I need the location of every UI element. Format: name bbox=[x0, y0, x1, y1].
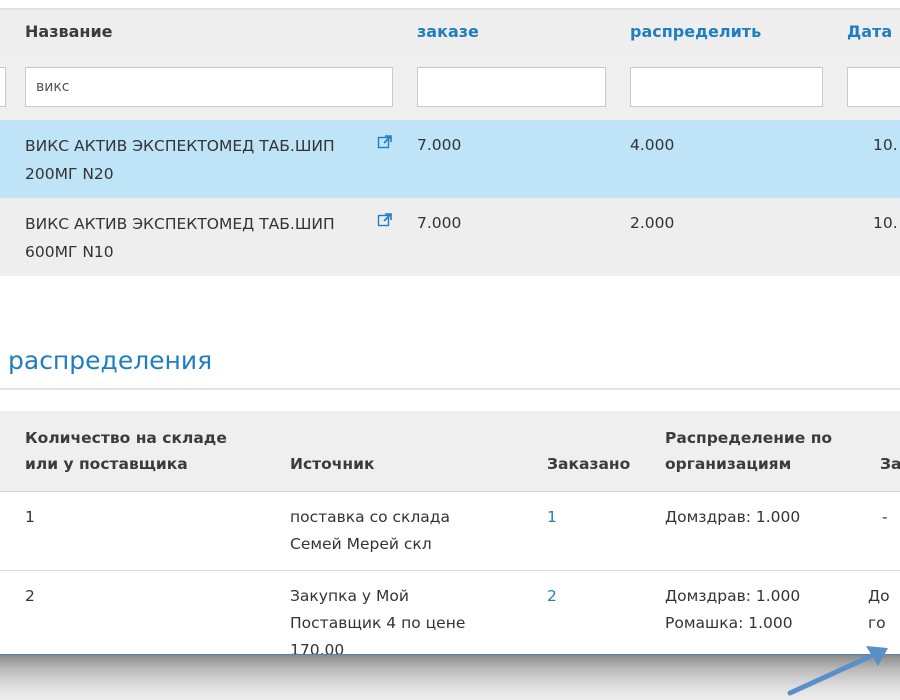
next-value: До го bbox=[868, 583, 890, 637]
ordered-link[interactable]: 2 bbox=[547, 583, 557, 610]
distribution-line: Домздрав: 1.000 bbox=[665, 587, 801, 605]
column-header-source: Источник bbox=[290, 455, 375, 473]
distribution-line: Ромашка: 1.000 bbox=[665, 614, 793, 632]
column-header-name[interactable]: Название bbox=[25, 22, 113, 41]
quantity-value: 1 bbox=[25, 508, 35, 526]
ordered-link[interactable]: 1 bbox=[547, 504, 557, 531]
date-filter-input[interactable] bbox=[847, 67, 900, 107]
column-header-distribute[interactable]: распределить bbox=[630, 22, 761, 41]
date-value: 10. bbox=[873, 214, 898, 232]
distribution-value: Домздрав: 1.000 bbox=[665, 504, 800, 531]
source-line: Поставщик 4 по цене bbox=[290, 614, 466, 632]
source-line: Закупка у Мой bbox=[290, 587, 409, 605]
column-header-ordered: Заказано bbox=[547, 455, 631, 473]
filter-input-left-edge[interactable] bbox=[0, 67, 6, 107]
product-name: ВИКС АКТИВ ЭКСПЕКТОМЕД ТАБ.ШИП 600МГ N10 bbox=[25, 215, 335, 261]
ordered-filter-input[interactable] bbox=[417, 67, 606, 107]
distribute-value: 4.000 bbox=[630, 136, 675, 154]
table-row: 1 поставка со склада Семей Мерей скл 1 Д… bbox=[0, 491, 900, 571]
distribution-table-header: Количество на складе или у поставщика Ис… bbox=[0, 411, 900, 492]
next-line: го bbox=[868, 614, 886, 632]
source-value: Закупка у Мой Поставщик 4 по цене 170.00 bbox=[290, 583, 465, 655]
annotation-arrow-icon bbox=[787, 646, 888, 696]
column-header-ordered[interactable]: заказе bbox=[417, 22, 479, 41]
table-header-row: Название заказе распределить Дата bbox=[0, 10, 900, 56]
product-name: ВИКС АКТИВ ЭКСПЕКТОМЕД ТАБ.ШИП 200МГ N20 bbox=[25, 137, 335, 183]
column-header-quantity: Количество на складе или у поставщика bbox=[25, 425, 227, 477]
next-value: - bbox=[882, 508, 888, 526]
page: Название заказе распределить Дата ВИКС А… bbox=[0, 0, 900, 700]
name-filter-input[interactable] bbox=[25, 67, 393, 107]
source-line: Семей Мерей скл bbox=[290, 535, 432, 553]
column-header-quantity-line2: или у поставщика bbox=[25, 455, 188, 473]
ordered-value: 7.000 bbox=[417, 214, 462, 232]
external-link-icon[interactable] bbox=[377, 134, 393, 150]
quantity-value: 2 bbox=[25, 587, 35, 605]
ordered-value: 7.000 bbox=[417, 136, 462, 154]
column-header-next: За bbox=[880, 455, 900, 473]
column-header-distribution-line1: Распределение по bbox=[665, 429, 833, 447]
distribution-line: Домздрав: 1.000 bbox=[665, 508, 801, 526]
external-link-icon[interactable] bbox=[377, 212, 393, 228]
source-line: 170.00 bbox=[290, 641, 345, 655]
next-line: До bbox=[868, 587, 890, 605]
source-line: поставка со склада bbox=[290, 508, 451, 526]
table-row: 2 Закупка у Мой Поставщик 4 по цене 170.… bbox=[0, 571, 900, 655]
distribution-table: Количество на складе или у поставщика Ис… bbox=[0, 411, 900, 655]
column-header-distribution: Распределение по организациям bbox=[665, 425, 832, 477]
table-row[interactable]: ВИКС АКТИВ ЭКСПЕКТОМЕД ТАБ.ШИП 600МГ N10… bbox=[0, 198, 900, 276]
distribute-filter-input[interactable] bbox=[630, 67, 823, 107]
section-title: распределения bbox=[8, 346, 213, 375]
column-header-quantity-line1: Количество на складе bbox=[25, 429, 227, 447]
products-table: Название заказе распределить Дата ВИКС А… bbox=[0, 0, 900, 278]
distribute-value: 2.000 bbox=[630, 214, 675, 232]
distribution-value: Домздрав: 1.000 Ромашка: 1.000 bbox=[665, 583, 800, 637]
table-row-selected[interactable]: ВИКС АКТИВ ЭКСПЕКТОМЕД ТАБ.ШИП 200МГ N20… bbox=[0, 120, 900, 198]
window-shadow bbox=[0, 655, 900, 700]
source-value: поставка со склада Семей Мерей скл bbox=[290, 504, 450, 558]
column-header-date[interactable]: Дата bbox=[847, 22, 892, 41]
date-value: 10. bbox=[873, 136, 898, 154]
column-header-distribution-line2: организациям bbox=[665, 455, 792, 473]
section-divider bbox=[0, 388, 900, 390]
